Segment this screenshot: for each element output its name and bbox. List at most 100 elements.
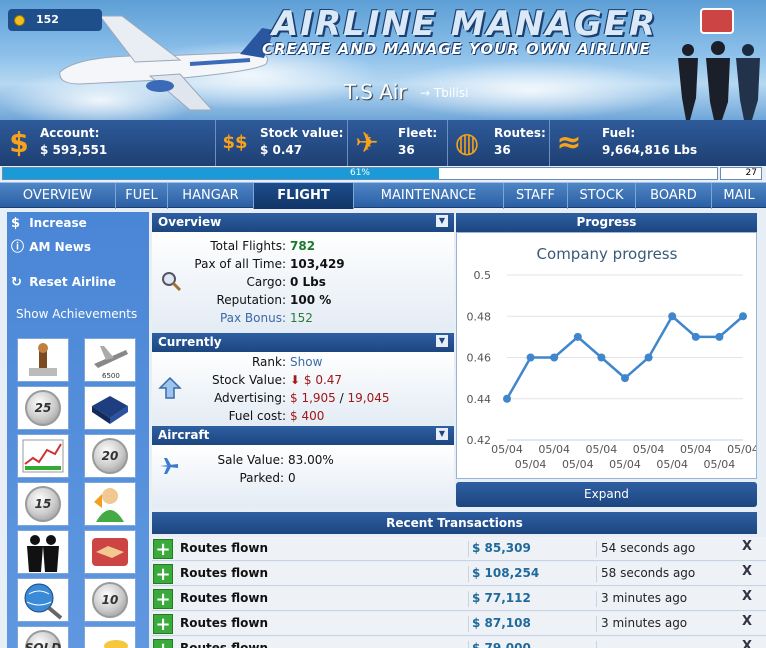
close-icon[interactable]: X — [742, 564, 752, 579]
data-point[interactable] — [573, 332, 582, 341]
stat-account: $ Account: $ 593,551 — [0, 120, 216, 166]
stat-stock-label: Stock value: — [260, 126, 344, 140]
fuel-wave-icon: ≈ — [556, 125, 582, 160]
achievement-people-icon[interactable] — [17, 530, 69, 574]
achievement-coins-icon[interactable] — [84, 626, 136, 648]
medal-number: 15 — [34, 497, 52, 511]
collapse-chevron-icon[interactable]: ▼ — [436, 428, 448, 440]
stat-stock-value: $ 0.47 — [260, 143, 303, 157]
currently-body: Rank: Show Stock Value: ⬇ $ 0.47 Advertisi… — [152, 352, 454, 425]
x-tick-label: 05/04 — [586, 443, 618, 456]
plus-icon[interactable]: + — [153, 614, 173, 634]
data-point[interactable] — [691, 332, 700, 341]
data-point[interactable] — [597, 353, 606, 362]
close-icon[interactable]: X — [742, 639, 752, 648]
achievement-medal-icon[interactable]: 10 — [84, 578, 136, 622]
pax-bonus-label[interactable]: Pax Bonus: — [152, 311, 286, 325]
am-news-link[interactable]: ⓘ AM News — [11, 236, 91, 255]
plus-icon[interactable]: + — [153, 539, 173, 559]
transaction-row: + Routes flown $ 87,108 3 minutes ago X — [152, 612, 766, 636]
stat-fuel-value: 9,664,816 Lbs — [602, 143, 698, 157]
transaction-row: + Routes flown $ 77,112 3 minutes ago X — [152, 587, 766, 611]
y-tick-label: 0.46 — [467, 352, 492, 365]
aircraft-header[interactable]: Aircraft ▼ — [152, 426, 454, 445]
close-icon[interactable]: X — [742, 539, 752, 554]
data-point[interactable] — [668, 312, 677, 321]
medal-number: SOLD — [24, 641, 62, 648]
nav-flight[interactable]: FLIGHT — [254, 183, 354, 209]
airline-hub: → Tbilisi — [420, 86, 469, 100]
stat-fleet-value: 36 — [398, 143, 415, 157]
nav-overview[interactable]: OVERVIEW — [0, 183, 116, 209]
plus-icon[interactable]: + — [153, 589, 173, 609]
nav-board[interactable]: BOARD — [636, 183, 712, 209]
nav-fuel[interactable]: FUEL — [116, 183, 168, 209]
data-point[interactable] — [526, 353, 535, 362]
cargo-value: 0 Lbs — [290, 275, 326, 289]
show-achievements-link[interactable]: Show Achievements — [16, 307, 137, 321]
data-point[interactable] — [503, 394, 511, 403]
reset-airline-link[interactable]: ↻ Reset Airline — [11, 275, 116, 290]
stat-fleet: ✈ Fleet: 36 — [348, 120, 448, 166]
overview-title: Overview — [158, 215, 222, 229]
achievement-medal-icon[interactable]: SOLD — [17, 626, 69, 648]
overview-body: Total Flights: 782 Pax of all Time: 103,42… — [152, 232, 454, 333]
coins-badge[interactable]: 152 — [8, 9, 102, 31]
transaction-amount: $ 79,000 — [468, 641, 531, 648]
transaction-time: 58 seconds ago — [596, 566, 695, 582]
stock-value-label: Stock Value: — [211, 373, 286, 387]
trusted-handshake-icon[interactable] — [700, 8, 734, 34]
transaction-name: Routes flown — [180, 591, 268, 605]
aircraft-body: Sale Value: 83.00% Parked: 0 — [152, 445, 454, 507]
nav-mail[interactable]: MAIL — [712, 183, 766, 209]
app-subtitle: CREATE AND MANAGE YOUR OWN AIRLINE — [262, 40, 651, 58]
plus-icon[interactable]: + — [153, 564, 173, 584]
data-point[interactable] — [621, 374, 629, 383]
nav-maintenance[interactable]: MAINTENANCE — [354, 183, 504, 209]
stat-routes-label: Routes: — [494, 126, 546, 140]
data-point[interactable] — [644, 353, 653, 362]
achievement-bottle-icon[interactable] — [17, 338, 69, 382]
achievement-medal-icon[interactable]: 15 — [17, 482, 69, 526]
cargo-label: Cargo: — [246, 275, 286, 289]
nav-stock[interactable]: STOCK — [568, 183, 636, 209]
total-flights-value: 782 — [290, 239, 316, 253]
achievement-chart-icon[interactable] — [17, 434, 69, 478]
dollar-icon: $ — [9, 126, 29, 159]
medal-badge: 10 — [92, 582, 128, 618]
data-point[interactable] — [739, 312, 747, 321]
company-progress-chart: Company progress 0.5 0.48 0.46 0.44 0.42 05/04… — [456, 232, 759, 479]
nav-staff[interactable]: STAFF — [504, 183, 568, 209]
collapse-chevron-icon[interactable]: ▼ — [436, 215, 448, 227]
close-icon[interactable]: X — [742, 614, 752, 629]
close-icon[interactable]: X — [742, 589, 752, 604]
advertising-cell: $ 1,905 / 19,045 — [290, 391, 390, 405]
achievement-medal-icon[interactable]: 20 — [84, 434, 136, 478]
achievement-person-icon[interactable] — [84, 482, 136, 526]
x-tick-label: 05/04 — [727, 443, 756, 456]
transaction-amount: $ 108,254 — [468, 566, 539, 582]
increase-link[interactable]: $ Increase — [11, 216, 87, 231]
collapse-chevron-icon[interactable]: ▼ — [436, 335, 448, 347]
data-point[interactable] — [550, 353, 559, 362]
fuel-cost-label: Fuel cost: — [228, 409, 286, 423]
aircraft-title: Aircraft — [158, 428, 210, 442]
rank-show-link[interactable]: Show — [290, 355, 322, 369]
plus-icon[interactable]: + — [153, 639, 173, 648]
plane-icon: ✈ — [355, 126, 379, 159]
achievement-plane-icon[interactable]: 6500 — [84, 338, 136, 382]
stat-fuel: ≈ Fuel: 9,664,816 Lbs — [550, 120, 766, 166]
transaction-time: 54 seconds ago — [596, 541, 695, 557]
achievement-globe-icon[interactable] — [17, 578, 69, 622]
achievement-medal-icon[interactable]: 25 — [17, 386, 69, 430]
pax-label: Pax of all Time: — [194, 257, 286, 271]
pax-bonus-value: 152 — [290, 311, 313, 325]
achievement-handshake-icon[interactable] — [84, 530, 136, 574]
currently-header[interactable]: Currently ▼ — [152, 333, 454, 352]
stat-routes: ◍ Routes: 36 — [448, 120, 550, 166]
expand-button[interactable]: Expand — [456, 482, 757, 507]
data-point[interactable] — [715, 332, 724, 341]
nav-hangar[interactable]: HANGAR — [168, 183, 254, 209]
overview-header[interactable]: Overview ▼ — [152, 213, 454, 232]
achievement-container-icon[interactable] — [84, 386, 136, 430]
